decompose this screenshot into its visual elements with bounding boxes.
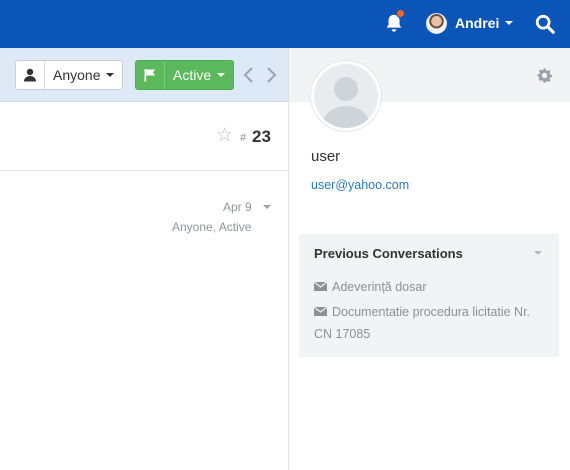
conversation-number: 23	[252, 127, 271, 146]
user-name: Andrei	[455, 15, 500, 31]
previous-conversations-title[interactable]: Previous Conversations	[314, 246, 463, 261]
previous-conversation-item[interactable]: Adeverință dosar	[314, 276, 549, 298]
envelope-icon	[314, 282, 327, 291]
flag-icon	[136, 61, 165, 89]
previous-conversation-label: Documentatie procedura licitatie Nr. CN …	[314, 305, 531, 341]
conversation-number-prefix: #	[240, 132, 247, 144]
previous-conversations-panel: Previous Conversations Adeverință dosar …	[299, 234, 559, 357]
chevron-right-icon[interactable]	[264, 66, 278, 84]
conversation-pane: Anyone Active ☆ # 23 Apr 9 Anyone, Activ…	[0, 48, 288, 470]
star-icon[interactable]: ☆	[216, 126, 233, 145]
assignee-dropdown[interactable]: Anyone	[15, 60, 123, 90]
avatar	[426, 12, 447, 34]
top-navbar: Andrei	[0, 0, 570, 48]
chevron-down-icon	[217, 73, 226, 77]
status-label: Active	[173, 67, 212, 83]
chevron-left-icon[interactable]	[242, 66, 256, 84]
previous-conversation-label: Adeverință dosar	[332, 280, 427, 294]
customer-sidebar: user user@yahoo.com Previous Conversatio…	[289, 48, 570, 470]
user-menu[interactable]: Andrei	[426, 12, 514, 34]
customer-email-link[interactable]: user@yahoo.com	[311, 178, 409, 192]
assignee-label: Anyone	[53, 67, 101, 83]
notification-badge	[396, 9, 405, 18]
customer-avatar	[311, 61, 381, 131]
chevron-down-icon	[106, 73, 115, 77]
conversation-header: ☆ # 23	[0, 102, 288, 171]
customer-name: user	[311, 148, 341, 165]
chevron-down-icon[interactable]	[534, 251, 542, 255]
envelope-icon	[314, 307, 327, 316]
thread-date: Apr 9	[223, 200, 252, 214]
chevron-down-icon[interactable]	[263, 205, 271, 209]
search-icon[interactable]	[534, 13, 556, 35]
status-dropdown[interactable]: Active	[135, 60, 234, 90]
previous-conversation-item[interactable]: Documentatie procedura licitatie Nr. CN …	[314, 301, 549, 345]
conversation-toolbar: Anyone Active	[0, 48, 288, 102]
gear-icon[interactable]	[536, 67, 553, 84]
chevron-down-icon	[505, 21, 514, 25]
thread-status: Anyone, Active	[172, 220, 252, 234]
user-icon	[16, 61, 45, 89]
